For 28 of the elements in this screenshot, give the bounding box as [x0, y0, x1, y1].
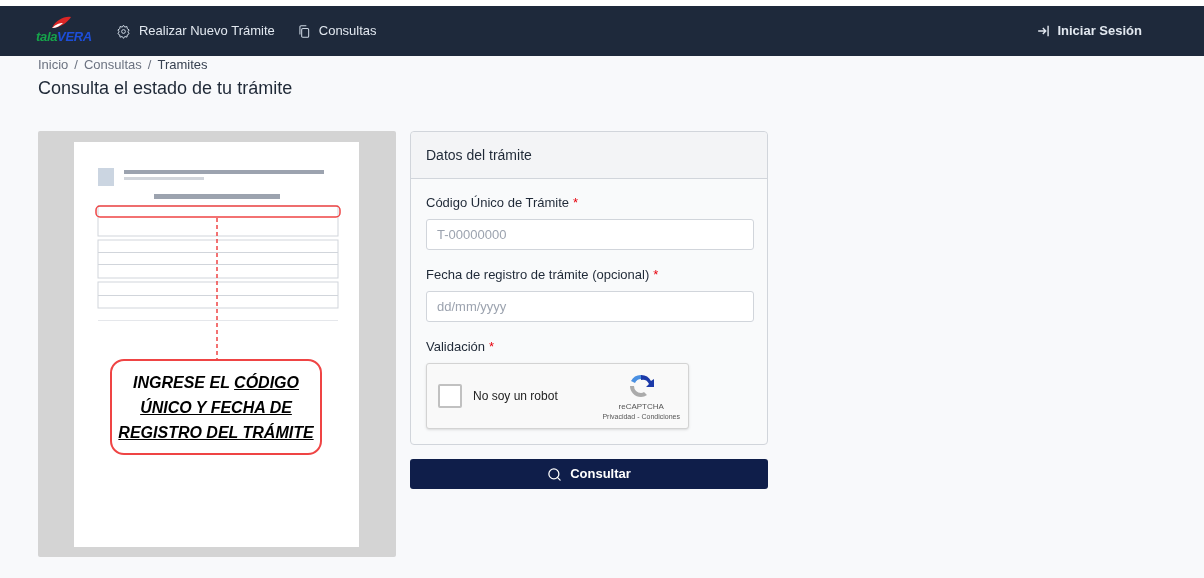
captcha-checkbox[interactable]: [438, 384, 462, 408]
breadcrumb-link[interactable]: Consultas: [84, 55, 142, 75]
breadcrumb-separator: /: [74, 56, 78, 75]
card-title: Datos del trámite: [411, 132, 767, 179]
settings-icon: [115, 23, 131, 39]
breadcrumb-link[interactable]: Inicio: [38, 55, 69, 75]
required-mark: *: [489, 338, 495, 355]
nav-link[interactable]: Realizar Nuevo Trámite: [115, 21, 275, 41]
search-icon: [547, 466, 563, 482]
breadcrumb-link[interactable]: Tramites: [157, 55, 208, 75]
nav-link[interactable]: Consultas: [296, 21, 377, 41]
logo[interactable]: talaVERA: [36, 16, 92, 46]
callout-text: INGRESE EL CÓDIGO ÚNICO Y FECHA DE REGISTRO DEL TRÁMITE: [110, 359, 322, 455]
recaptcha-label: reCAPTCHA: [618, 401, 664, 412]
login-link[interactable]: Iniciar Sesión: [1037, 21, 1142, 41]
captcha-text: No soy un robot: [473, 388, 558, 405]
field-label: Código Único de Trámite: [426, 194, 570, 211]
submit-button[interactable]: Consultar: [410, 459, 768, 489]
page-title: Consulta el estado de tu trámite: [38, 77, 294, 100]
field-label: Fecha de registro de trámite (opcional): [426, 266, 650, 283]
input-field[interactable]: T-00000000: [426, 219, 754, 250]
input-field[interactable]: dd/mm/yyyy: [426, 291, 754, 322]
required-mark: *: [653, 266, 659, 283]
login-icon: [1037, 24, 1052, 38]
field-label: Validación: [426, 338, 486, 355]
required-mark: *: [573, 194, 579, 211]
breadcrumb-separator: /: [147, 56, 152, 75]
copy-icon: [296, 23, 311, 39]
